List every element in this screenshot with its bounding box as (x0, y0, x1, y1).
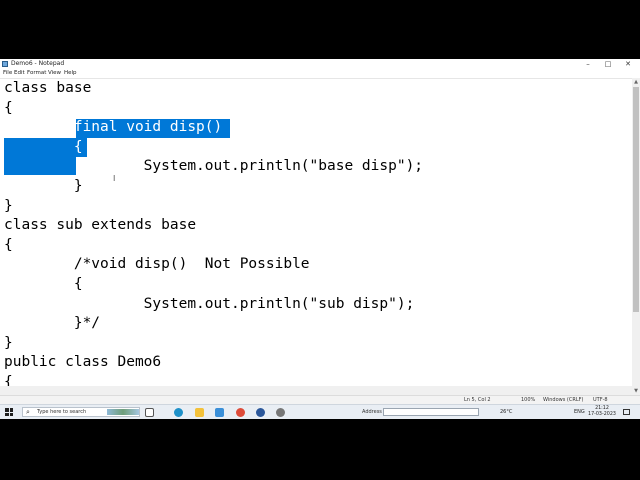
code-text-span: } (4, 334, 13, 351)
task-view-icon[interactable] (145, 408, 154, 417)
status-bar: Ln 5, Col 2 100% Windows (CRLF) UTF-8 (0, 395, 640, 404)
maximize-button[interactable]: □ (598, 59, 618, 69)
selected-code-text: final void disp() (73, 119, 223, 136)
minimize-button[interactable]: – (578, 59, 598, 69)
code-text-span: { (4, 99, 13, 116)
notepad-screen: Demo6 - Notepad – □ ✕ File Edit Format V… (0, 59, 640, 419)
zoom-level: 100% (521, 397, 536, 403)
store-icon[interactable] (215, 408, 224, 417)
code-text-span (4, 119, 74, 135)
code-line: class base (4, 79, 91, 99)
code-line: final void disp() (4, 118, 222, 138)
code-text-span: /*void disp() Not Possible (4, 256, 310, 273)
address-label: Address (362, 409, 382, 415)
code-line: class sub extends base (4, 216, 196, 236)
code-text-span: class sub extends base (4, 217, 197, 234)
scroll-up-arrow-icon[interactable]: ▲ (632, 78, 640, 86)
clock-date: 17-03-2023 (588, 412, 616, 417)
code-text-span (4, 139, 74, 155)
cursor-position: Ln 5, Col 2 (464, 397, 491, 403)
close-button[interactable]: ✕ (618, 59, 638, 69)
code-text-span: { (4, 236, 13, 253)
menu-file[interactable]: File (3, 69, 12, 78)
scroll-thumb[interactable] (633, 87, 639, 312)
taskbar-search-box[interactable]: ⌕ Type here to search (22, 407, 140, 417)
code-text-span: }*/ (4, 315, 101, 332)
code-text-span: } (4, 197, 13, 214)
windows-start-icon[interactable] (5, 408, 13, 416)
address-input[interactable] (383, 408, 479, 416)
app-icon[interactable] (256, 408, 265, 417)
code-text-span: System.out.println("sub disp"); (4, 295, 415, 312)
search-placeholder: Type here to search (37, 409, 87, 415)
edge-browser-icon[interactable] (174, 408, 183, 417)
vertical-scrollbar[interactable]: ▲ ▼ (632, 78, 640, 395)
encoding: UTF-8 (593, 397, 608, 403)
code-line: }*/ (4, 314, 100, 334)
menu-view[interactable]: View (48, 69, 61, 78)
window-title: Demo6 - Notepad (11, 60, 65, 67)
code-text-span: System.out.println("base disp"); (4, 158, 424, 175)
notepad-app-icon (2, 61, 8, 67)
code-text-span: class base (4, 80, 92, 96)
selected-code-text: { (73, 138, 83, 155)
code-line: { (4, 275, 83, 295)
notification-icon[interactable] (623, 409, 630, 415)
title-bar: Demo6 - Notepad – □ ✕ (0, 59, 640, 69)
code-line: System.out.println("sub disp"); (4, 295, 415, 315)
taskbar-clock[interactable]: 21:12 17-03-2023 (587, 406, 617, 418)
menu-help[interactable]: Help (64, 69, 77, 78)
file-explorer-icon[interactable] (195, 408, 204, 417)
language-indicator[interactable]: ENG (574, 405, 585, 419)
text-cursor-icon: I (113, 174, 116, 183)
text-editor[interactable]: class base { final void disp() { System.o… (0, 78, 632, 395)
line-ending: Windows (CRLF) (543, 397, 584, 403)
scroll-down-arrow-icon[interactable]: ▼ (632, 387, 640, 395)
settings-gear-icon[interactable] (276, 408, 285, 417)
menu-edit[interactable]: Edit (14, 69, 25, 78)
weather-temp[interactable]: 26°C (500, 405, 512, 419)
menu-bar: File Edit Format View Help (0, 69, 640, 78)
search-highlight-image (107, 409, 139, 415)
code-text-span: { (4, 276, 83, 292)
code-line: System.out.println("base disp"); (4, 157, 423, 177)
code-text-span: } (4, 178, 83, 194)
code-line: } (4, 177, 83, 197)
code-line: { (4, 138, 83, 158)
menu-format[interactable]: Format (27, 69, 46, 78)
horizontal-scrollbar[interactable] (0, 386, 632, 395)
chrome-icon[interactable] (236, 408, 245, 417)
search-icon: ⌕ (26, 408, 30, 416)
taskbar: ⌕ Type here to search Address 26°C ENG 2… (0, 404, 640, 419)
code-line: /*void disp() Not Possible (4, 255, 310, 275)
code-line: public class Demo6 (4, 353, 161, 373)
code-text-span: public class Demo6 (4, 354, 162, 371)
code-line: { (4, 236, 13, 256)
code-line: } (4, 197, 13, 217)
code-line: } (4, 334, 13, 354)
code-line: { (4, 99, 13, 119)
